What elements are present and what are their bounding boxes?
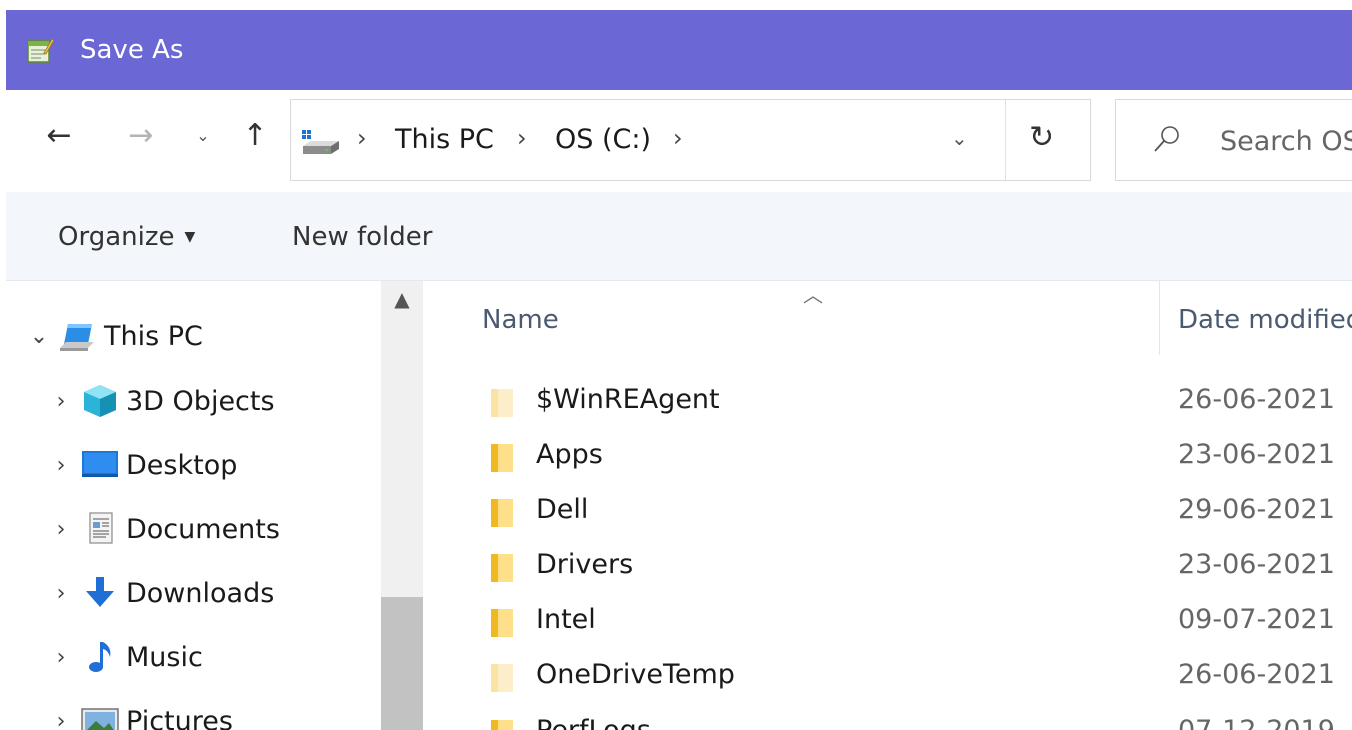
forward-button[interactable]: → [118,112,164,158]
arrow-left-icon: ← [46,117,72,153]
window-title: Save As [80,35,184,65]
folder-icon [487,441,515,473]
file-name: OneDriveTemp [536,659,735,690]
file-row[interactable]: Dell 29-06-2021 [423,486,1352,540]
expand-chevron-icon[interactable]: › [46,581,76,606]
folder-icon [487,606,515,638]
recent-locations-button[interactable]: ⌄ [188,112,218,158]
folder-icon [487,496,515,528]
search-input[interactable]: Search OS (C:) [1220,126,1352,157]
window-frame-top [0,0,1352,10]
notepad-icon [26,36,55,64]
nav-item-this-pc[interactable]: ⌄ This PC [24,309,203,363]
this-pc-icon [58,318,98,354]
file-date: 26-06-2021 [1178,659,1335,690]
file-date: 29-06-2021 [1178,494,1335,525]
file-row[interactable]: PerfLogs 07-12-2019 [423,707,1352,730]
file-name: Dell [536,494,589,525]
expand-chevron-icon[interactable]: › [46,389,76,414]
scroll-up-icon[interactable]: ▲ [381,287,423,311]
folder-icon [487,551,515,583]
address-bar[interactable]: › This PC › OS (C:) › ⌄ ↻ [290,99,1091,181]
breadcrumb-this-pc[interactable]: This PC [395,124,494,155]
nav-label: Music [126,641,203,673]
file-row[interactable]: Drivers 23-06-2021 [423,541,1352,595]
3d-objects-icon [80,383,120,419]
file-row[interactable]: Intel 09-07-2021 [423,596,1352,650]
file-date: 23-06-2021 [1178,549,1335,580]
nav-item-pictures[interactable]: › Pictures [46,694,233,730]
file-date: 26-06-2021 [1178,384,1335,415]
breadcrumb-separator-icon[interactable]: › [673,124,683,152]
command-bar: Organize ▼ New folder [6,192,1352,281]
search-box[interactable]: Search OS (C:) [1115,99,1352,181]
nav-item-music[interactable]: › Music [46,630,203,684]
new-folder-button[interactable]: New folder [292,222,432,252]
folder-icon [487,661,515,693]
expand-chevron-icon[interactable]: › [46,645,76,670]
breadcrumb-separator-icon[interactable]: › [517,124,527,152]
collapse-chevron-icon[interactable]: ⌄ [24,324,54,349]
file-name: Drivers [536,549,634,580]
file-date: 09-07-2021 [1178,604,1335,635]
nav-item-desktop[interactable]: › Desktop [46,438,238,492]
navigation-pane: ⌄ This PC › 3D Objects › Desktop › Docum… [6,281,381,730]
file-row[interactable]: Apps 23-06-2021 [423,431,1352,485]
file-list: ︿ Name Date modified $WinREAgent 26-06-2… [423,281,1352,730]
nav-label: Documents [126,513,280,545]
title-bar[interactable]: Save As [6,10,1352,90]
sort-ascending-icon: ︿ [803,283,823,307]
documents-icon [80,511,120,547]
nav-label: This PC [104,320,203,352]
file-name: Apps [536,439,603,470]
caret-down-icon: ▼ [184,229,196,245]
nav-item-documents[interactable]: › Documents [46,502,280,556]
nav-label: 3D Objects [126,385,275,417]
nav-item-3d-objects[interactable]: › 3D Objects [46,374,275,428]
drive-icon [301,130,343,158]
file-row[interactable]: OneDriveTemp 26-06-2021 [423,651,1352,705]
file-date: 07-12-2019 [1178,715,1335,730]
address-row: ← → ⌄ ↑ › This PC › OS (C:) › ⌄ ↻ Search… [6,90,1352,192]
nav-label: Desktop [126,449,238,481]
expand-chevron-icon[interactable]: › [46,453,76,478]
refresh-icon[interactable]: ↻ [1029,120,1054,155]
nav-item-downloads[interactable]: › Downloads [46,566,274,620]
scroll-thumb[interactable] [381,597,423,730]
address-divider [1005,100,1006,180]
address-dropdown-icon[interactable]: ⌄ [951,126,968,150]
file-row[interactable]: $WinREAgent 26-06-2021 [423,376,1352,430]
column-header-date-modified[interactable]: Date modified [1178,305,1352,335]
expand-chevron-icon[interactable]: › [46,517,76,542]
breadcrumb-separator-icon[interactable]: › [357,124,367,152]
nav-label: Downloads [126,577,275,609]
music-icon [80,639,120,675]
breadcrumb-os-c[interactable]: OS (C:) [555,124,651,155]
column-header-name[interactable]: Name [482,305,559,335]
up-button[interactable]: ↑ [232,112,278,158]
nav-label: Pictures [126,705,233,730]
file-name: $WinREAgent [536,384,720,415]
chevron-down-icon: ⌄ [196,125,210,145]
expand-chevron-icon[interactable]: › [46,709,76,730]
new-folder-label: New folder [292,222,433,252]
file-name: Intel [536,604,596,635]
file-name: PerfLogs [536,715,651,730]
arrow-right-icon: → [128,117,154,153]
search-icon [1152,124,1182,154]
pictures-icon [80,703,120,730]
navigation-scrollbar[interactable]: ▲ [381,281,423,730]
folder-icon [487,386,515,418]
organize-label: Organize [58,222,175,252]
folder-icon [487,717,515,730]
desktop-icon [80,447,120,483]
downloads-icon [80,575,120,611]
column-divider[interactable] [1159,281,1160,355]
back-button[interactable]: ← [36,112,82,158]
organize-button[interactable]: Organize ▼ [58,222,195,252]
arrow-up-icon: ↑ [242,117,268,153]
file-date: 23-06-2021 [1178,439,1335,470]
